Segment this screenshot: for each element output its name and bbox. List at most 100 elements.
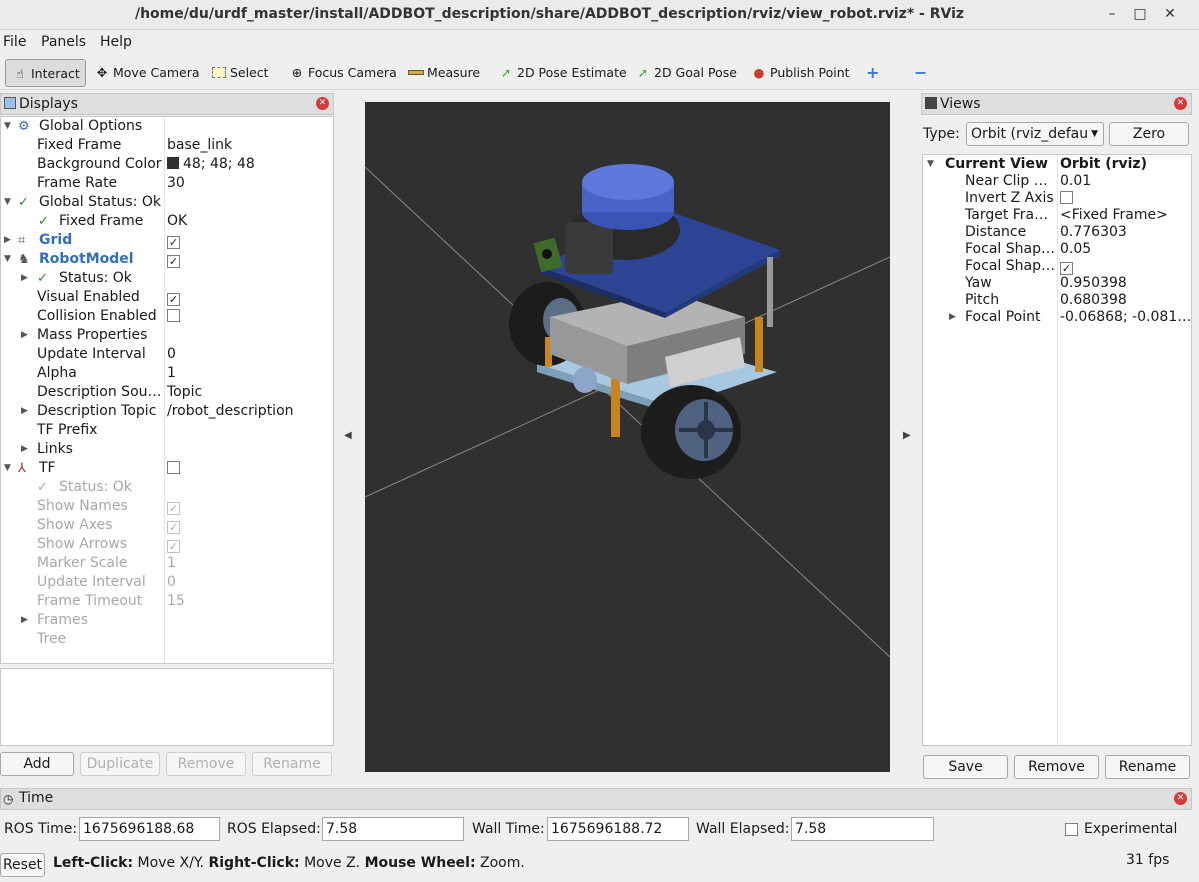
tree-row-global-options[interactable]: ▼ ⚙ Global Options [1, 117, 333, 136]
remove-tool-button[interactable]: − [914, 59, 927, 87]
experimental-checkbox[interactable] [1065, 823, 1078, 836]
tree-row-robot-model[interactable]: ▼ ♞ RobotModel ✓ [1, 250, 333, 269]
close-views-icon[interactable]: ✕ [1174, 97, 1187, 110]
vrow-invert-z[interactable]: Invert Z Axis [923, 190, 1191, 207]
remove-display-button[interactable]: Remove [166, 752, 246, 776]
expand-down-icon[interactable]: ▼ [4, 250, 11, 269]
3d-viewport[interactable] [365, 102, 890, 772]
tree-row-grid[interactable]: ▶ ⌗ Grid ✓ [1, 231, 333, 250]
menu-help[interactable]: Help [100, 34, 132, 50]
tree-row-links[interactable]: ▶ Links [1, 440, 333, 459]
fixed-frame-value[interactable]: base_link [167, 136, 232, 155]
menu-file[interactable]: File [3, 34, 26, 50]
robot-model-checkbox[interactable]: ✓ [167, 250, 180, 269]
tree-row-tf-update-interval[interactable]: Update Interval 0 [1, 573, 333, 592]
focal-shape-fixed-checkbox[interactable]: ✓ [1060, 258, 1073, 275]
expand-down-icon[interactable]: ▼ [4, 193, 11, 212]
maximize-button[interactable]: □ [1129, 4, 1151, 24]
tree-row-collision-enabled[interactable]: Collision Enabled [1, 307, 333, 326]
tool-focus-camera[interactable]: ⊕ Focus Camera [288, 59, 397, 87]
tree-row-mass-properties[interactable]: ▶ Mass Properties [1, 326, 333, 345]
distance-value[interactable]: 0.776303 [1060, 224, 1127, 241]
tree-row-tf[interactable]: ▼ ⅄ TF [1, 459, 333, 478]
expand-right-icon[interactable]: ▶ [21, 402, 28, 421]
tree-row-frames[interactable]: ▶ Frames [1, 611, 333, 630]
wall-time-field[interactable]: 1675696188.72 [547, 817, 689, 841]
close-time-icon[interactable]: ✕ [1174, 792, 1187, 805]
tree-row-rm-status[interactable]: ▶ ✓ Status: Ok [1, 269, 333, 288]
ros-elapsed-field[interactable]: 7.58 [322, 817, 464, 841]
yaw-value[interactable]: 0.950398 [1060, 275, 1127, 292]
rename-display-button[interactable]: Rename [252, 752, 332, 776]
expand-down-icon[interactable]: ▼ [927, 156, 934, 173]
collapse-left-icon[interactable]: ◀ [344, 430, 352, 441]
marker-scale-value[interactable]: 1 [167, 554, 176, 573]
expand-right-icon[interactable]: ▶ [21, 611, 28, 630]
expand-down-icon[interactable]: ▼ [4, 459, 11, 478]
tool-2d-pose-estimate[interactable]: ➚ 2D Pose Estimate [497, 59, 627, 87]
alpha-value[interactable]: 1 [167, 364, 176, 383]
minimize-button[interactable]: – [1101, 4, 1123, 24]
rename-view-button[interactable]: Rename [1105, 755, 1190, 779]
show-arrows-checkbox[interactable]: ✓ [167, 535, 180, 554]
tool-move-camera[interactable]: ✥ Move Camera [93, 59, 200, 87]
view-type-select[interactable]: Orbit (rviz_defau ▼ [966, 122, 1104, 146]
tree-row-frame-timeout[interactable]: Frame Timeout 15 [1, 592, 333, 611]
tree-row-tf-status[interactable]: ✓ Status: Ok [1, 478, 333, 497]
add-tool-button[interactable]: + [866, 59, 879, 87]
visual-enabled-checkbox[interactable]: ✓ [167, 288, 180, 307]
near-clip-value[interactable]: 0.01 [1060, 173, 1091, 190]
tree-row-update-interval[interactable]: Update Interval 0 [1, 345, 333, 364]
ros-time-field[interactable]: 1675696188.68 [79, 817, 220, 841]
vrow-pitch[interactable]: Pitch 0.680398 [923, 292, 1191, 309]
expand-right-icon[interactable]: ▶ [4, 231, 11, 250]
tool-publish-point[interactable]: ● Publish Point [750, 59, 850, 87]
tree-row-gs-fixed-frame[interactable]: ✓ Fixed Frame OK [1, 212, 333, 231]
zero-button[interactable]: Zero [1109, 122, 1189, 146]
wall-elapsed-field[interactable]: 7.58 [791, 817, 934, 841]
tree-row-frame-rate[interactable]: Frame Rate 30 [1, 174, 333, 193]
frame-rate-value[interactable]: 30 [167, 174, 185, 193]
remove-view-button[interactable]: Remove [1014, 755, 1099, 779]
frame-timeout-value[interactable]: 15 [167, 592, 185, 611]
vrow-distance[interactable]: Distance 0.776303 [923, 224, 1191, 241]
description-source-value[interactable]: Topic [167, 383, 202, 402]
update-interval-value[interactable]: 0 [167, 345, 176, 364]
vrow-focal-point[interactable]: ▶ Focal Point -0.06868; -0.081… [923, 309, 1191, 326]
vrow-current-view[interactable]: ▼ Current View Orbit (rviz) [923, 156, 1191, 173]
expand-right-icon[interactable]: ▶ [949, 309, 956, 326]
tree-row-fixed-frame[interactable]: Fixed Frame base_link [1, 136, 333, 155]
save-view-button[interactable]: Save [923, 755, 1008, 779]
vrow-yaw[interactable]: Yaw 0.950398 [923, 275, 1191, 292]
tool-2d-goal-pose[interactable]: ➚ 2D Goal Pose [634, 59, 737, 87]
tree-row-visual-enabled[interactable]: Visual Enabled ✓ [1, 288, 333, 307]
collapse-right-icon[interactable]: ▶ [903, 430, 911, 441]
menu-panels[interactable]: Panels [41, 34, 86, 50]
grid-checkbox[interactable]: ✓ [167, 231, 180, 250]
tree-row-alpha[interactable]: Alpha 1 [1, 364, 333, 383]
tree-row-description-source[interactable]: Description Sou… Topic [1, 383, 333, 402]
close-button[interactable]: ✕ [1159, 4, 1181, 24]
show-names-checkbox[interactable]: ✓ [167, 497, 180, 516]
tool-select[interactable]: Select [210, 59, 269, 87]
vrow-focal-shape-size[interactable]: Focal Shap… 0.05 [923, 241, 1191, 258]
expand-down-icon[interactable]: ▼ [4, 117, 11, 136]
reset-button[interactable]: Reset [0, 853, 45, 877]
expand-right-icon[interactable]: ▶ [21, 269, 28, 288]
target-frame-value[interactable]: <Fixed Frame> [1060, 207, 1168, 224]
background-color-value[interactable]: 48; 48; 48 [167, 155, 255, 174]
tree-row-marker-scale[interactable]: Marker Scale 1 [1, 554, 333, 573]
vrow-near-clip[interactable]: Near Clip … 0.01 [923, 173, 1191, 190]
tool-measure[interactable]: Measure [407, 59, 480, 87]
focal-shape-size-value[interactable]: 0.05 [1060, 241, 1091, 258]
pitch-value[interactable]: 0.680398 [1060, 292, 1127, 309]
tree-row-show-names[interactable]: Show Names ✓ [1, 497, 333, 516]
vrow-focal-shape-fixed[interactable]: Focal Shap… ✓ [923, 258, 1191, 275]
show-axes-checkbox[interactable]: ✓ [167, 516, 180, 535]
expand-right-icon[interactable]: ▶ [21, 326, 28, 345]
tf-checkbox[interactable] [167, 459, 180, 478]
expand-right-icon[interactable]: ▶ [21, 440, 28, 459]
duplicate-display-button[interactable]: Duplicate [80, 752, 160, 776]
add-display-button[interactable]: Add [0, 752, 74, 776]
focal-point-value[interactable]: -0.06868; -0.081… [1060, 309, 1191, 326]
